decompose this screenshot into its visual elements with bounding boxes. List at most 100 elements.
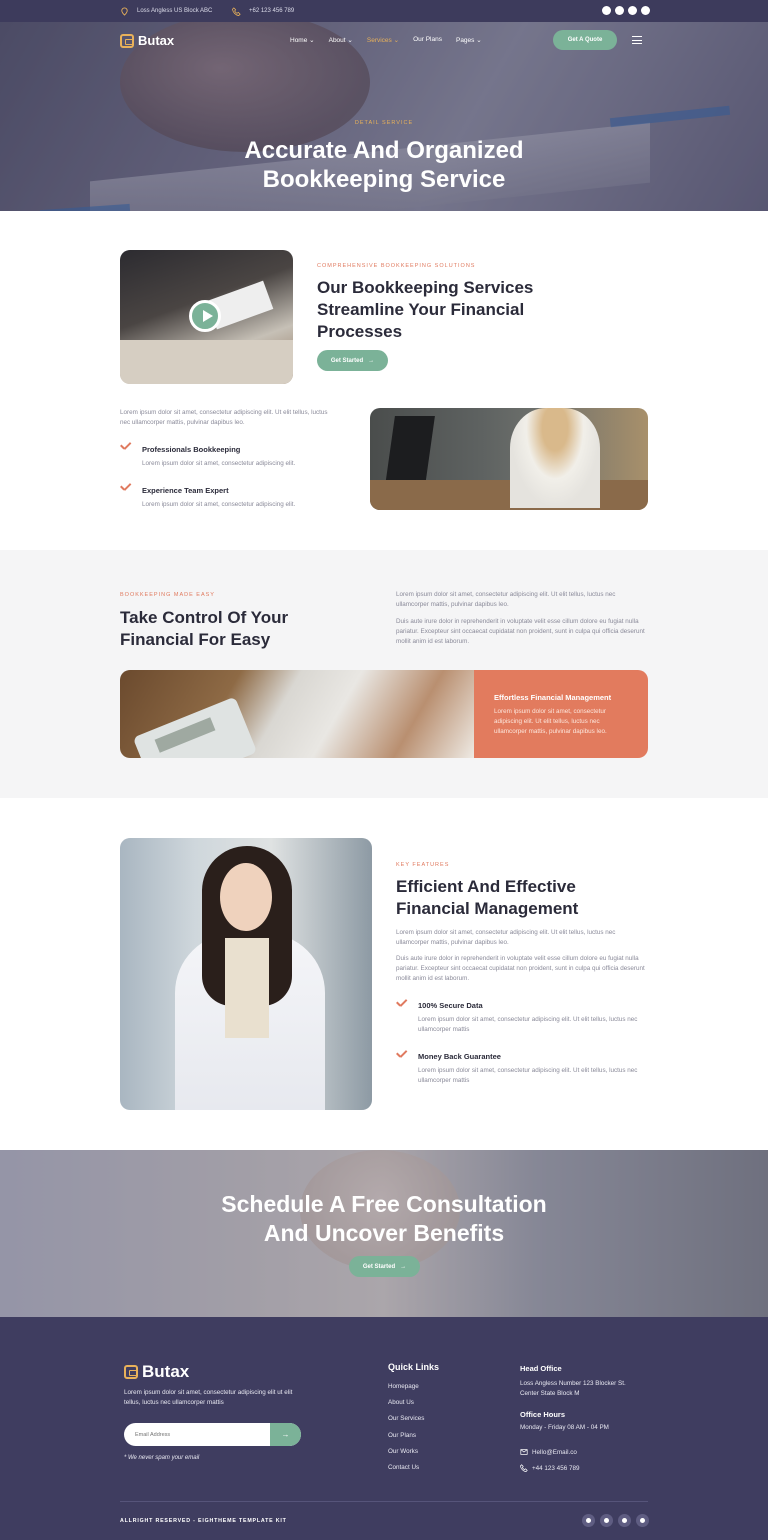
calculator-image — [120, 670, 474, 758]
footer-email[interactable]: Hello@Email.co — [520, 1448, 577, 1456]
image-person — [510, 408, 600, 508]
quick-link-our-works[interactable]: Our Works — [388, 1448, 424, 1464]
check-icon — [396, 1052, 408, 1060]
play-icon[interactable] — [189, 300, 221, 332]
footer-phone[interactable]: +44 123 456 789 — [520, 1464, 579, 1472]
nav-item-pages[interactable]: Pages ⌄ — [456, 36, 482, 44]
footer-social — [582, 1514, 649, 1527]
section3: BOOKKEEPING MADE EASY Take Control Of Yo… — [0, 550, 768, 798]
subscribe-button[interactable]: → — [270, 1423, 301, 1446]
quick-links-list: Homepage About Us Our Services Our Plans… — [388, 1383, 424, 1480]
portrait-top — [225, 938, 269, 1038]
hero-title-line2: Bookkeeping Service — [262, 166, 506, 193]
topbar-phone-text: +62 123 456 789 — [249, 8, 295, 14]
card-desc: Lorem ipsum dolor sit amet, consectetur … — [494, 708, 607, 735]
footer-email-text: Hello@Email.co — [532, 1448, 577, 1456]
cta-button-label: Get Started — [362, 1263, 396, 1270]
footer-description: Lorem ipsum dolor sit amet, consectetur … — [124, 1389, 293, 1406]
nav-item-services[interactable]: Services ⌄ — [367, 36, 399, 44]
section4-paragraph-1: Lorem ipsum dolor sit amet, consectetur … — [396, 929, 616, 946]
cta-title-line1: Schedule A Free Consultation — [221, 1191, 547, 1217]
office-hours: Monday - Friday 08 AM - 04 PM — [520, 1424, 609, 1431]
quick-link-about-us[interactable]: About Us — [388, 1399, 424, 1415]
video-desk — [120, 340, 293, 384]
feature-desc: Lorem ipsum dolor sit amet, consectetur … — [418, 1016, 638, 1033]
video-thumbnail[interactable] — [120, 250, 293, 384]
topbar-phone[interactable]: +62 123 456 789 — [232, 0, 294, 22]
cta-get-started-button[interactable]: Get Started → — [349, 1256, 420, 1277]
topbar-address: Loss Angless US Block ABC — [120, 0, 212, 22]
footer: Butax Lorem ipsum dolor sit amet, consec… — [0, 1317, 768, 1540]
quick-link-our-plans[interactable]: Our Plans — [388, 1432, 424, 1448]
footer-brand-name: Butax — [142, 1362, 190, 1381]
youtube-icon[interactable] — [618, 1514, 631, 1527]
feature-desc: Lorem ipsum dolor sit amet, consectetur … — [142, 501, 296, 508]
phone-icon — [520, 1464, 528, 1472]
feature-title: Professionals Bookkeeping — [142, 445, 241, 454]
email-input[interactable] — [124, 1423, 272, 1446]
map-pin-icon — [121, 6, 128, 16]
footer-divider — [120, 1501, 648, 1502]
youtube-icon[interactable] — [628, 6, 637, 15]
get-a-quote-button[interactable]: Get A Quote — [553, 30, 617, 50]
section3-title: Take Control Of Your Financial For Easy — [120, 608, 289, 649]
topbar-social — [602, 6, 650, 15]
nav-item-our-plans[interactable]: Our Plans — [413, 36, 442, 44]
footer-brand-logo[interactable]: Butax — [124, 1362, 189, 1382]
office-hours-title: Office Hours — [520, 1410, 566, 1419]
spam-note: * We never spam your email — [124, 1455, 200, 1461]
facebook-icon[interactable] — [602, 6, 611, 15]
pinterest-icon[interactable] — [641, 6, 650, 15]
arrow-right-icon: → — [368, 357, 375, 364]
chevron-down-icon: ⌄ — [347, 37, 353, 44]
feature-title: Money Back Guarantee — [418, 1052, 501, 1061]
quick-link-our-services[interactable]: Our Services — [388, 1415, 424, 1431]
quick-links-title: Quick Links — [388, 1362, 440, 1372]
nav-item-label: Services — [366, 37, 392, 44]
chevron-down-icon: ⌄ — [393, 37, 400, 44]
section3-paragraph-2: Duis aute irure dolor in reprehenderit i… — [396, 618, 645, 645]
wallet-logo-icon — [124, 1365, 138, 1379]
arrow-right-icon: → — [400, 1263, 407, 1270]
feature-desc: Lorem ipsum dolor sit amet, consectetur … — [418, 1067, 638, 1084]
cta-title: Schedule A Free Consultation And Uncover… — [0, 1190, 768, 1248]
brand-logo[interactable]: Butax — [120, 33, 174, 48]
phone-icon — [232, 6, 241, 16]
section4-eyebrow: KEY FEATURES — [396, 862, 450, 868]
portrait-face — [220, 863, 272, 931]
pinterest-icon[interactable] — [636, 1514, 649, 1527]
section2-paragraph: Lorem ipsum dolor sit amet, consectetur … — [120, 409, 328, 426]
twitter-icon[interactable] — [600, 1514, 613, 1527]
section2-title: Our Bookkeeping Services Streamline Your… — [317, 278, 534, 341]
nav-item-label: Our Plans — [413, 36, 442, 43]
head-office-title: Head Office — [520, 1364, 562, 1373]
facebook-icon[interactable] — [582, 1514, 595, 1527]
image-monitor — [385, 416, 435, 486]
arrow-right-icon: → — [281, 1430, 290, 1439]
topbar-address-text: Loss Angless US Block ABC — [137, 8, 213, 14]
quick-link-contact-us[interactable]: Contact Us — [388, 1464, 424, 1480]
feature-title: Experience Team Expert — [142, 486, 229, 495]
page: Loss Angless US Block ABC +62 123 456 78… — [0, 0, 768, 1540]
woman-at-computer-image — [370, 408, 648, 510]
feature-title: 100% Secure Data — [418, 1001, 483, 1010]
brand-name: Butax — [138, 33, 175, 48]
main-nav: Butax Home ⌄ About ⌄ Services ⌄ Our Plan… — [0, 22, 768, 60]
mail-icon — [520, 1449, 528, 1455]
image-desk — [370, 480, 648, 510]
check-icon — [120, 444, 132, 452]
check-icon — [396, 1001, 408, 1009]
menu-icon[interactable] — [632, 36, 642, 44]
nav-menu: Home ⌄ About ⌄ Services ⌄ Our Plans Page… — [290, 36, 482, 44]
hero-title-line1: Accurate And Organized — [244, 137, 524, 164]
quick-link-homepage[interactable]: Homepage — [388, 1383, 424, 1399]
copyright: ALLRIGHT RESERVED - EIGHTHEME TEMPLATE K… — [120, 1518, 287, 1524]
chevron-down-icon: ⌄ — [309, 37, 315, 44]
section4-title: Efficient And Effective Financial Manage… — [396, 877, 579, 918]
nav-item-about[interactable]: About ⌄ — [329, 36, 353, 44]
get-started-button[interactable]: Get Started → — [317, 350, 388, 371]
nav-item-label: Pages — [455, 37, 475, 44]
twitter-icon[interactable] — [615, 6, 624, 15]
cta-section: Schedule A Free Consultation And Uncover… — [0, 1150, 768, 1317]
nav-item-home[interactable]: Home ⌄ — [290, 36, 315, 44]
